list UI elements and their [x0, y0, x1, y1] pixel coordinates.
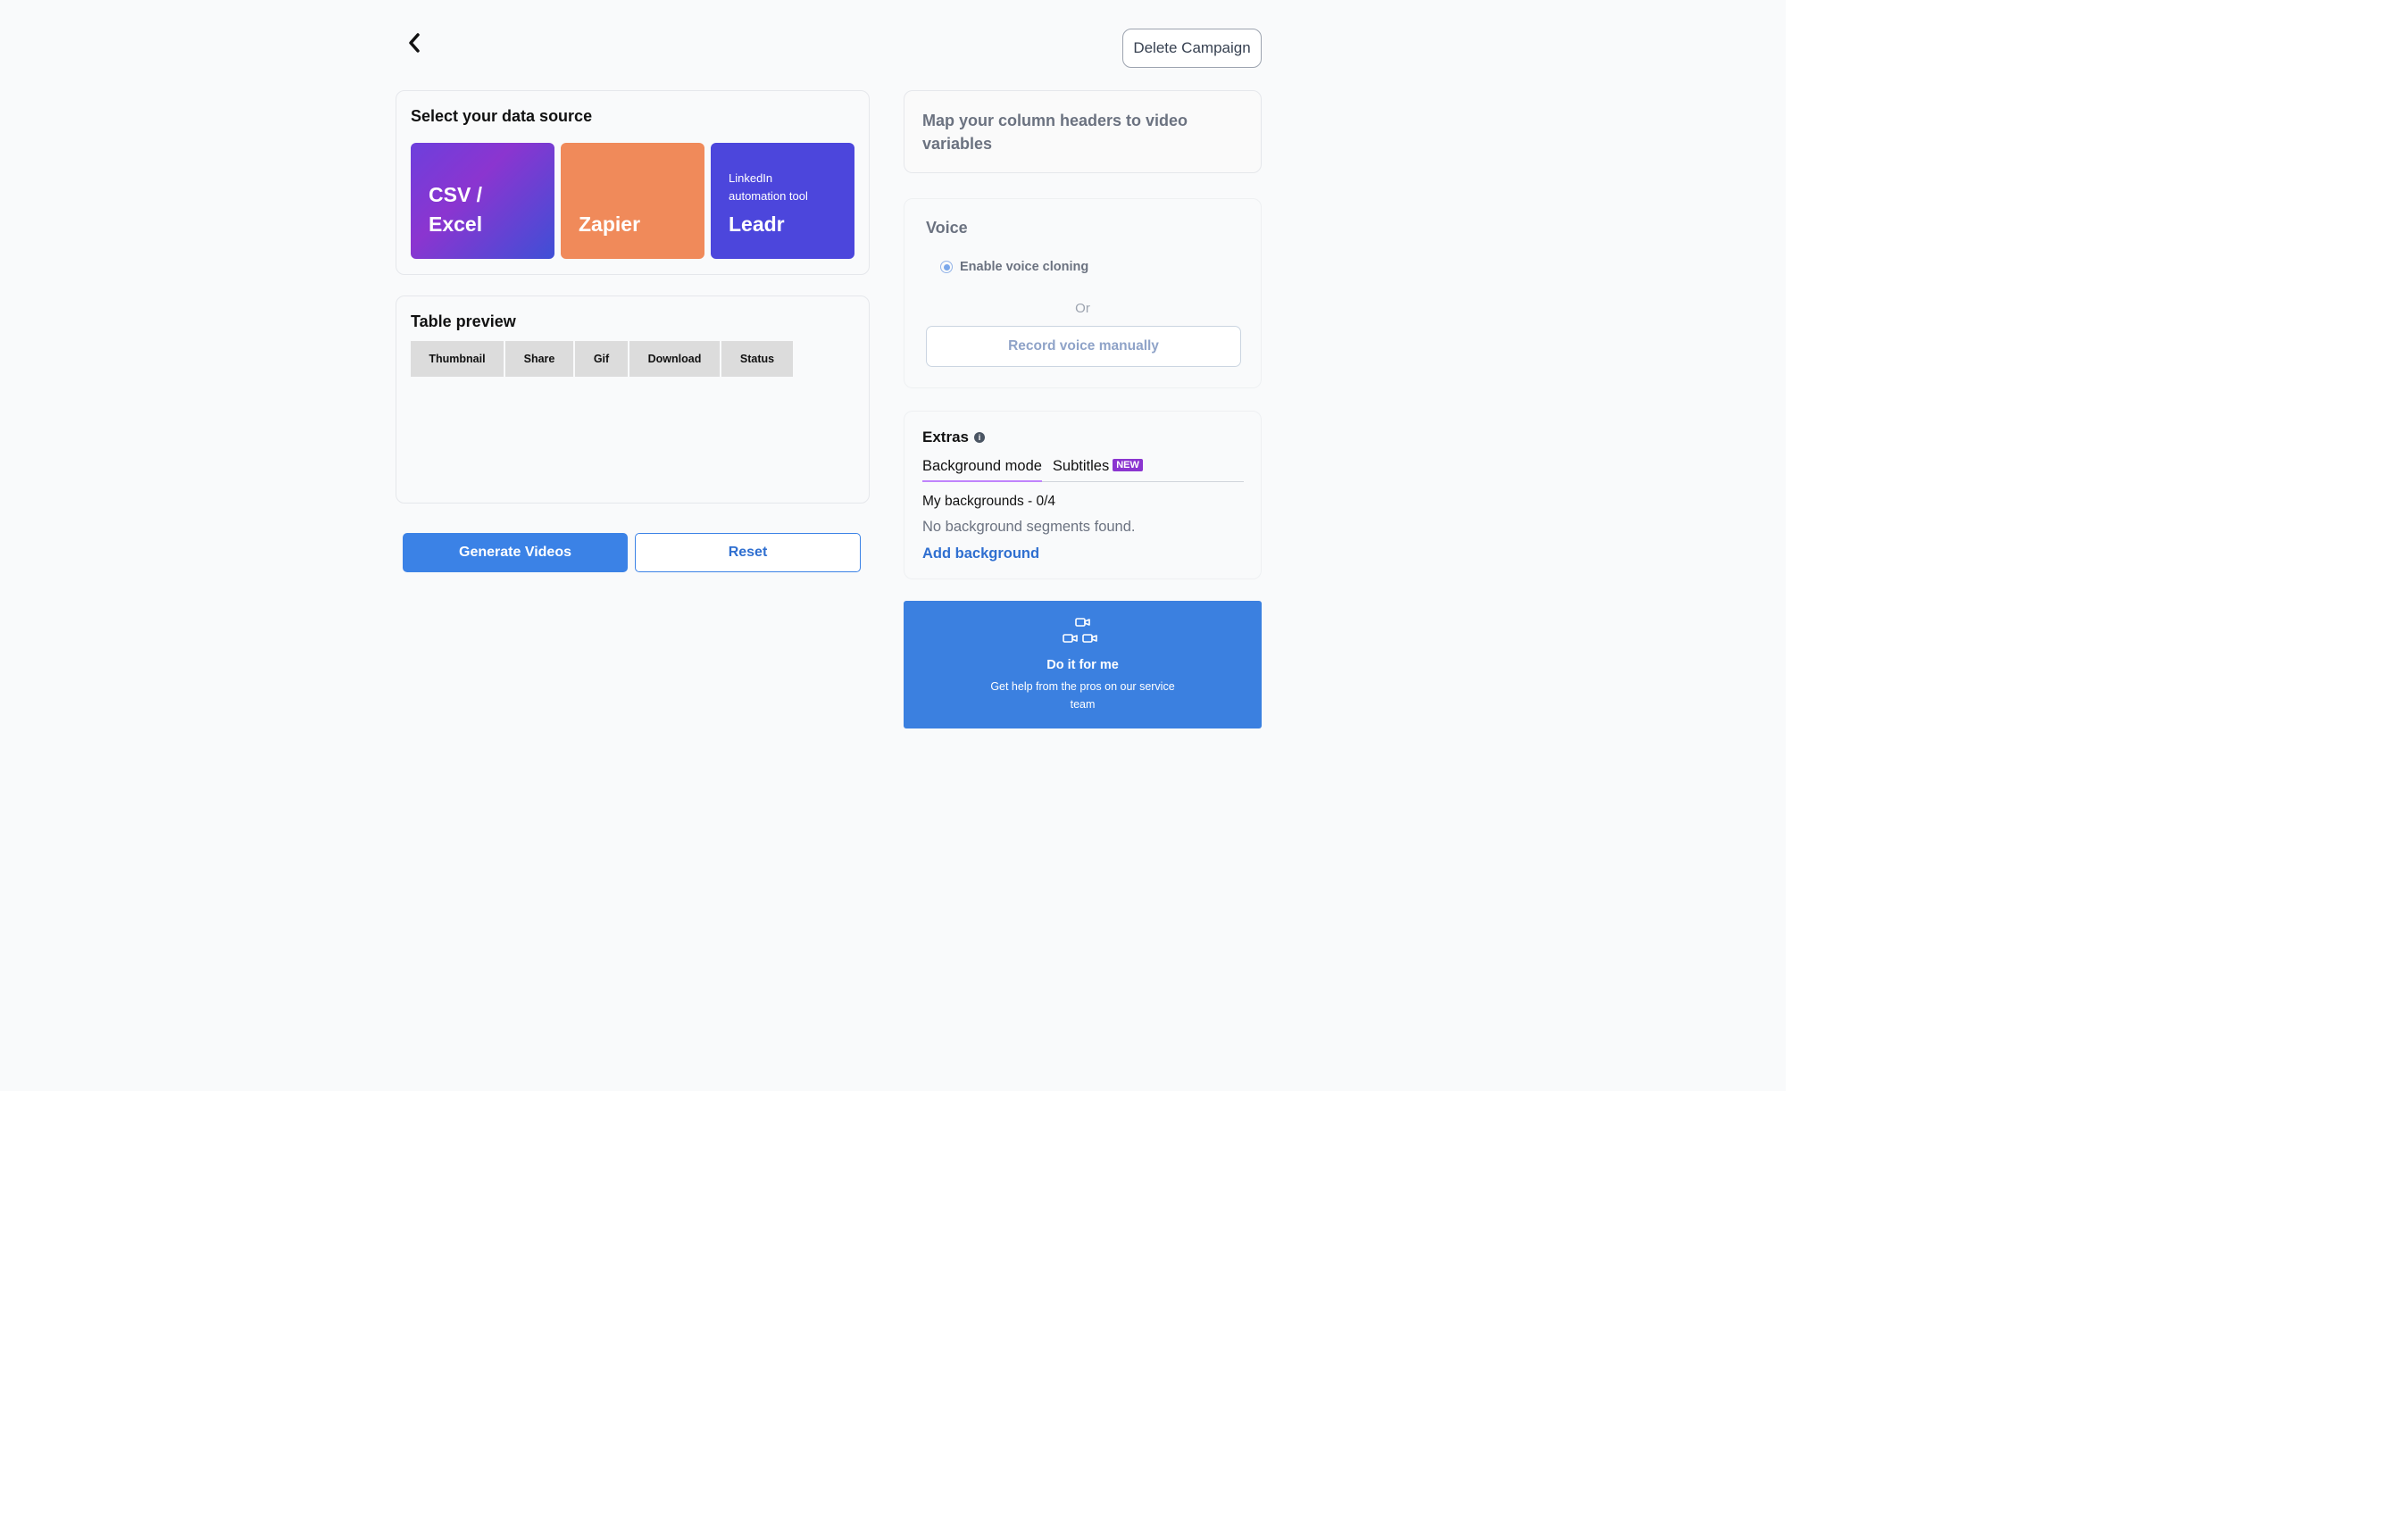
csv-excel-label: CSV / Excel [429, 183, 483, 236]
or-divider: Or [1075, 301, 1090, 316]
info-icon[interactable]: i [973, 432, 985, 443]
voice-card: Voice Enable voice cloning Or Record voi… [904, 198, 1262, 388]
column-header: Share [505, 341, 573, 377]
csv-excel-tile[interactable]: CSV / Excel [411, 143, 554, 259]
column-header: Thumbnail [411, 341, 504, 377]
record-voice-button[interactable]: Record voice manually [926, 326, 1241, 367]
tab-subtitles[interactable]: Subtitles NEW [1053, 458, 1143, 481]
chevron-left-icon [409, 33, 420, 53]
extras-title: Extras i [922, 429, 985, 446]
do-it-for-me-card[interactable]: Do it for me Get help from the pros on o… [904, 601, 1262, 728]
extras-card: Extras i Background mode Subtitles NEW M… [904, 411, 1262, 579]
leadr-caption: LinkedIn automation tool [729, 171, 808, 203]
voice-cloning-radio[interactable] [940, 261, 953, 273]
voice-cloning-label: Enable voice cloning [960, 260, 1089, 274]
column-mapping-card: Map your column headers to video variabl… [904, 90, 1262, 173]
new-badge: NEW [1113, 459, 1143, 471]
voice-title: Voice [926, 219, 968, 237]
generate-videos-button[interactable]: Generate Videos [403, 533, 628, 572]
extras-tabs: Background mode Subtitles NEW [922, 458, 1244, 482]
add-background-link[interactable]: Add background [922, 545, 1039, 562]
zapier-label: Zapier [579, 212, 641, 236]
leadr-tile[interactable]: LinkedIn automation tool Leadr [711, 143, 854, 259]
app-background [0, 0, 1786, 1091]
column-header: Gif [575, 341, 628, 377]
voice-cloning-option[interactable]: Enable voice cloning [940, 260, 1088, 274]
tab-background-mode[interactable]: Background mode [922, 458, 1042, 482]
column-header: Status [721, 341, 793, 377]
do-it-for-me-title: Do it for me [1046, 658, 1119, 672]
table-preview-title: Table preview [411, 312, 516, 330]
back-button[interactable] [400, 29, 429, 57]
table-header-row: Thumbnail Share Gif Download Status [411, 341, 793, 377]
reset-button[interactable]: Reset [635, 533, 861, 572]
column-mapping-text: Map your column headers to video variabl… [922, 112, 1188, 153]
delete-campaign-button[interactable]: Delete Campaign [1122, 29, 1262, 68]
table-preview-card: Table preview Thumbnail Share Gif Downlo… [396, 296, 870, 504]
video-camera-icon [904, 617, 1262, 653]
column-header: Download [629, 341, 720, 377]
do-it-for-me-subtitle: Get help from the pros on our service te… [990, 680, 1175, 711]
data-source-card: Select your data source CSV / Excel Zapi… [396, 90, 870, 275]
leadr-label: Leadr [729, 212, 785, 236]
my-backgrounds-count: My backgrounds - 0/4 [922, 494, 1056, 509]
data-source-title: Select your data source [411, 107, 593, 125]
empty-backgrounds-text: No background segments found. [922, 519, 1136, 535]
zapier-tile[interactable]: Zapier [561, 143, 704, 259]
